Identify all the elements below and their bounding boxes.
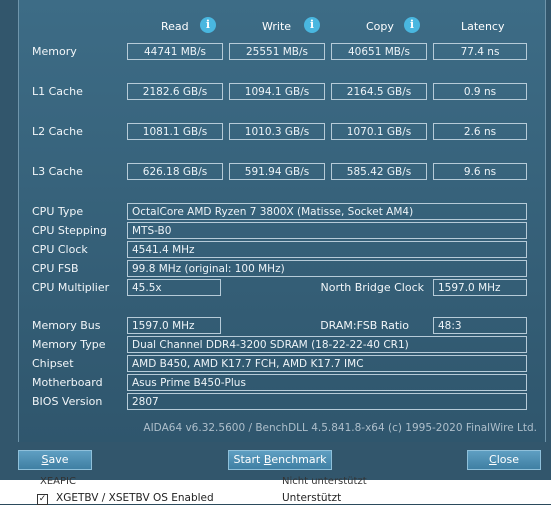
l2-copy-value: 1070.1 GB/s (331, 123, 427, 140)
north-bridge-clock-value: 1597.0 MHz (433, 279, 527, 296)
motherboard-value: Asus Prime B450-Plus (127, 374, 527, 391)
cpu-stepping-value: MTS-B0 (127, 222, 527, 239)
close-accesskey: C (489, 453, 497, 466)
cpu-clock-value: 4541.4 MHz (127, 241, 527, 258)
memory-latency-value: 77.4 ns (433, 43, 527, 60)
memory-type-value: Dual Channel DDR4-3200 SDRAM (18-22-22-4… (127, 336, 527, 353)
write-info-icon[interactable]: i (304, 17, 320, 33)
l3-read-value: 626.18 GB/s (127, 163, 223, 180)
memory-type-label: Memory Type (32, 338, 106, 351)
l2-write-value: 1010.3 GB/s (229, 123, 325, 140)
cpu-type-label: CPU Type (32, 205, 84, 218)
bench-label-post: enchmark (271, 453, 327, 466)
memory-bus-value: 1597.0 MHz (127, 317, 221, 334)
header-copy: Copy (366, 20, 394, 33)
row-label-l1: L1 Cache (32, 85, 83, 98)
memory-bus-label: Memory Bus (32, 319, 101, 332)
row-label-l2: L2 Cache (32, 125, 83, 138)
cpu-multiplier-label: CPU Multiplier (32, 281, 110, 294)
l1-read-value: 2182.6 GB/s (127, 83, 223, 100)
header-write: Write (262, 20, 292, 33)
motherboard-label: Motherboard (32, 376, 103, 389)
checkbox-icon[interactable]: ✓ (37, 494, 48, 505)
header-latency: Latency (461, 20, 505, 33)
cpu-fsb-label: CPU FSB (32, 262, 79, 275)
chipset-value: AMD B450, AMD K17.7 FCH, AMD K17.7 IMC (127, 355, 527, 372)
row-label-memory: Memory (32, 45, 77, 58)
close-button[interactable]: Close (467, 450, 541, 470)
cpu-multiplier-value: 45.5x (127, 279, 221, 296)
save-button[interactable]: Save (18, 450, 92, 470)
start-benchmark-button[interactable]: Start Benchmark (228, 450, 332, 470)
cpu-stepping-label: CPU Stepping (32, 224, 107, 237)
header-read: Read (161, 20, 189, 33)
bios-version-value: 2807 (127, 393, 527, 410)
l2-read-value: 1081.1 GB/s (127, 123, 223, 140)
memory-write-value: 25551 MB/s (229, 43, 325, 60)
close-label-rest: lose (496, 453, 519, 466)
bios-version-label: BIOS Version (32, 395, 103, 408)
cpu-clock-label: CPU Clock (32, 243, 88, 256)
row-label-l3: L3 Cache (32, 165, 83, 178)
l1-copy-value: 2164.5 GB/s (331, 83, 427, 100)
chipset-label: Chipset (32, 357, 74, 370)
copy-info-icon[interactable]: i (404, 17, 420, 33)
aida64-benchmark-window: Read i Write i Copy i Latency Memory 447… (0, 0, 551, 480)
l1-write-value: 1094.1 GB/s (229, 83, 325, 100)
bg-row2-left: XGETBV / XSETBV OS Enabled (56, 492, 214, 504)
dram-fsb-ratio-value: 48:3 (433, 317, 527, 334)
memory-copy-value: 40651 MB/s (331, 43, 427, 60)
north-bridge-clock-label: North Bridge Clock (320, 281, 424, 294)
l3-copy-value: 585.42 GB/s (331, 163, 427, 180)
save-label-rest: ave (48, 453, 69, 466)
cpu-type-value: OctalCore AMD Ryzen 7 3800X (Matisse, So… (127, 203, 527, 220)
l1-latency-value: 0.9 ns (433, 83, 527, 100)
l2-latency-value: 2.6 ns (433, 123, 527, 140)
dram-fsb-ratio-label: DRAM:FSB Ratio (320, 319, 409, 332)
copyright-footer: AIDA64 v6.32.5600 / BenchDLL 4.5.841.8-x… (143, 422, 537, 434)
read-info-icon[interactable]: i (200, 17, 216, 33)
bench-label-pre: Start (233, 453, 264, 466)
background-window: XEAPIC Nicht unterstützt ✓ XGETBV / XSET… (0, 476, 551, 505)
bg-row1-left: XEAPIC (40, 476, 76, 487)
l3-write-value: 591.94 GB/s (229, 163, 325, 180)
bg-row1-right: Nicht unterstützt (282, 476, 367, 487)
cpu-fsb-value: 99.8 MHz (original: 100 MHz) (127, 260, 527, 277)
l3-latency-value: 9.6 ns (433, 163, 527, 180)
bg-row2-right: Unterstützt (282, 492, 342, 504)
memory-read-value: 44741 MB/s (127, 43, 223, 60)
